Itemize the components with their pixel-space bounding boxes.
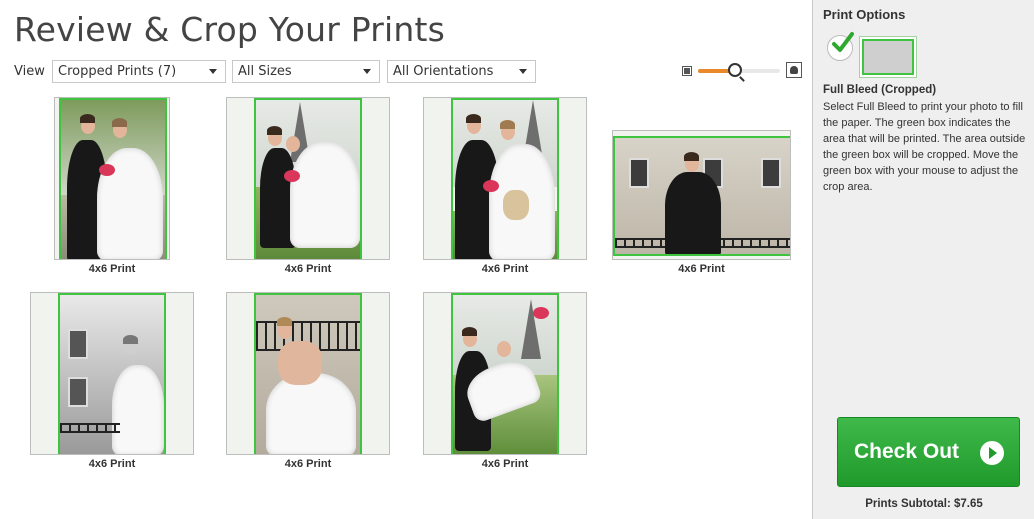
photo-frame: [423, 292, 587, 455]
check-out-button[interactable]: Check Out: [837, 417, 1020, 487]
checkmark-icon: [832, 32, 854, 52]
print-thumbnail[interactable]: 4x6 Print: [612, 130, 791, 277]
print-size-label: 4x6 Print: [284, 458, 332, 470]
photo-frame: [423, 97, 587, 260]
thumbnail-zoom-control: [680, 62, 804, 80]
main-content: Review & Crop Your Prints View Cropped P…: [0, 0, 812, 519]
print-size-label: 4x6 Print: [481, 263, 529, 275]
orientation-filter-select[interactable]: All Orientations: [387, 60, 536, 83]
print-thumbnail[interactable]: 4x6 Print: [226, 292, 390, 472]
zoom-slider-handle[interactable]: [727, 63, 742, 77]
crop-box[interactable]: [254, 293, 362, 454]
crop-box[interactable]: [613, 136, 790, 256]
print-size-label: 4x6 Print: [88, 458, 136, 470]
photo-frame: [54, 97, 170, 260]
check-out-label: Check Out: [854, 440, 960, 463]
view-filter-select[interactable]: Cropped Prints (7): [52, 60, 226, 83]
page-title: Review & Crop Your Prints: [14, 10, 446, 49]
crop-box[interactable]: [451, 293, 559, 454]
crop-box[interactable]: [58, 293, 166, 454]
small-image-icon[interactable]: [682, 66, 692, 76]
print-options-sidebar: Print Options Full Bleed (Cropped) Selec…: [812, 0, 1034, 519]
crop-box[interactable]: [254, 98, 362, 259]
sidebar-title: Print Options: [823, 7, 906, 22]
crop-box[interactable]: [59, 98, 167, 259]
orientation-filter-value: All Orientations: [393, 64, 494, 79]
print-thumbnail[interactable]: 4x6 Print: [54, 97, 170, 277]
crop-box[interactable]: [451, 98, 559, 259]
size-filter-select[interactable]: All Sizes: [232, 60, 380, 83]
crop-preview: [862, 39, 914, 75]
photo-frame: [30, 292, 194, 455]
zoom-slider-track[interactable]: [698, 63, 780, 77]
option-selected-indicator[interactable]: [827, 32, 854, 61]
prints-subtotal: Prints Subtotal: $7.65: [865, 498, 983, 510]
photo-frame: [226, 292, 390, 455]
dropdown-caret-icon: [209, 69, 217, 74]
print-thumbnail[interactable]: 4x6 Print: [423, 292, 587, 472]
print-size-label: 4x6 Print: [678, 263, 725, 275]
view-filter-value: Cropped Prints (7): [58, 64, 177, 79]
option-name: Full Bleed (Cropped): [823, 84, 937, 96]
view-label: View: [14, 64, 45, 79]
large-image-icon[interactable]: [786, 62, 802, 78]
print-size-label: 4x6 Print: [284, 263, 332, 275]
dropdown-caret-icon: [519, 69, 527, 74]
size-filter-value: All Sizes: [238, 64, 292, 79]
print-size-label: 4x6 Print: [88, 263, 136, 275]
photo-frame: [612, 130, 791, 260]
dropdown-caret-icon: [363, 69, 371, 74]
option-description: Select Full Bleed to print your photo to…: [823, 101, 1026, 193]
print-thumbnail[interactable]: 4x6 Print: [30, 292, 194, 472]
print-thumbnail[interactable]: 4x6 Print: [226, 97, 390, 277]
photo-frame: [226, 97, 390, 260]
print-size-label: 4x6 Print: [481, 458, 529, 470]
full-bleed-option-thumbnail[interactable]: [859, 36, 917, 78]
print-thumbnail[interactable]: 4x6 Print: [423, 97, 587, 277]
arrow-right-circle-icon: [980, 441, 1004, 465]
